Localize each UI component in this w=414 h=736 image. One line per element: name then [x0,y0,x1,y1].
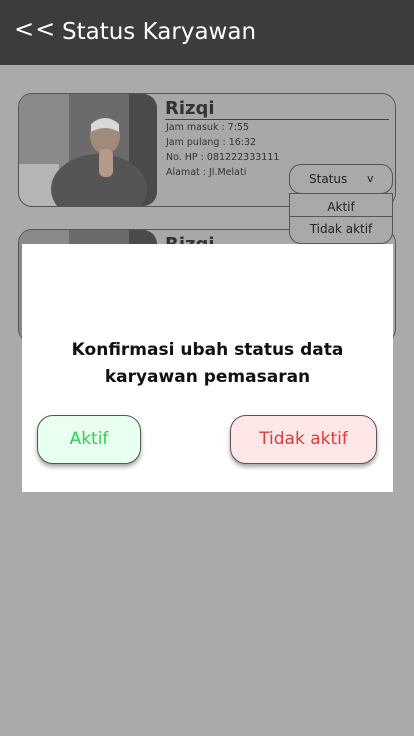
name-divider [165,119,389,120]
aktif-button[interactable]: Aktif [37,415,141,464]
no-hp: No. HP : 081222333111 [166,152,280,163]
status-dropdown-menu: Aktif Tidak aktif [289,193,393,244]
confirmation-dialog: Konfirmasi ubah status data karyawan pem… [22,244,393,492]
dialog-message-line2: karyawan pemasaran [104,367,311,387]
page-title: Status Karyawan [62,19,257,45]
back-button[interactable]: << [14,15,56,43]
dialog-message-line1: Konfirmasi ubah status data [71,340,344,360]
dialog-message: Konfirmasi ubah status data karyawan pem… [22,337,393,391]
tidak-aktif-button[interactable]: Tidak aktif [230,415,377,464]
jam-pulang: Jam pulang : 16:32 [166,137,257,148]
employee-name: Rizqi [165,98,215,119]
app-header: << Status Karyawan [0,0,414,65]
menu-divider [290,216,392,217]
chevron-down-icon: v [367,172,374,185]
status-option-tidak-aktif[interactable]: Tidak aktif [290,222,392,236]
alamat: Alamat : Jl.Melati [166,167,247,178]
status-dropdown-label: Status [309,172,348,186]
employee-photo [19,94,157,206]
status-dropdown[interactable]: Status v [289,164,393,194]
jam-masuk: Jam masuk : 7:55 [166,122,250,133]
status-option-aktif[interactable]: Aktif [290,200,392,214]
